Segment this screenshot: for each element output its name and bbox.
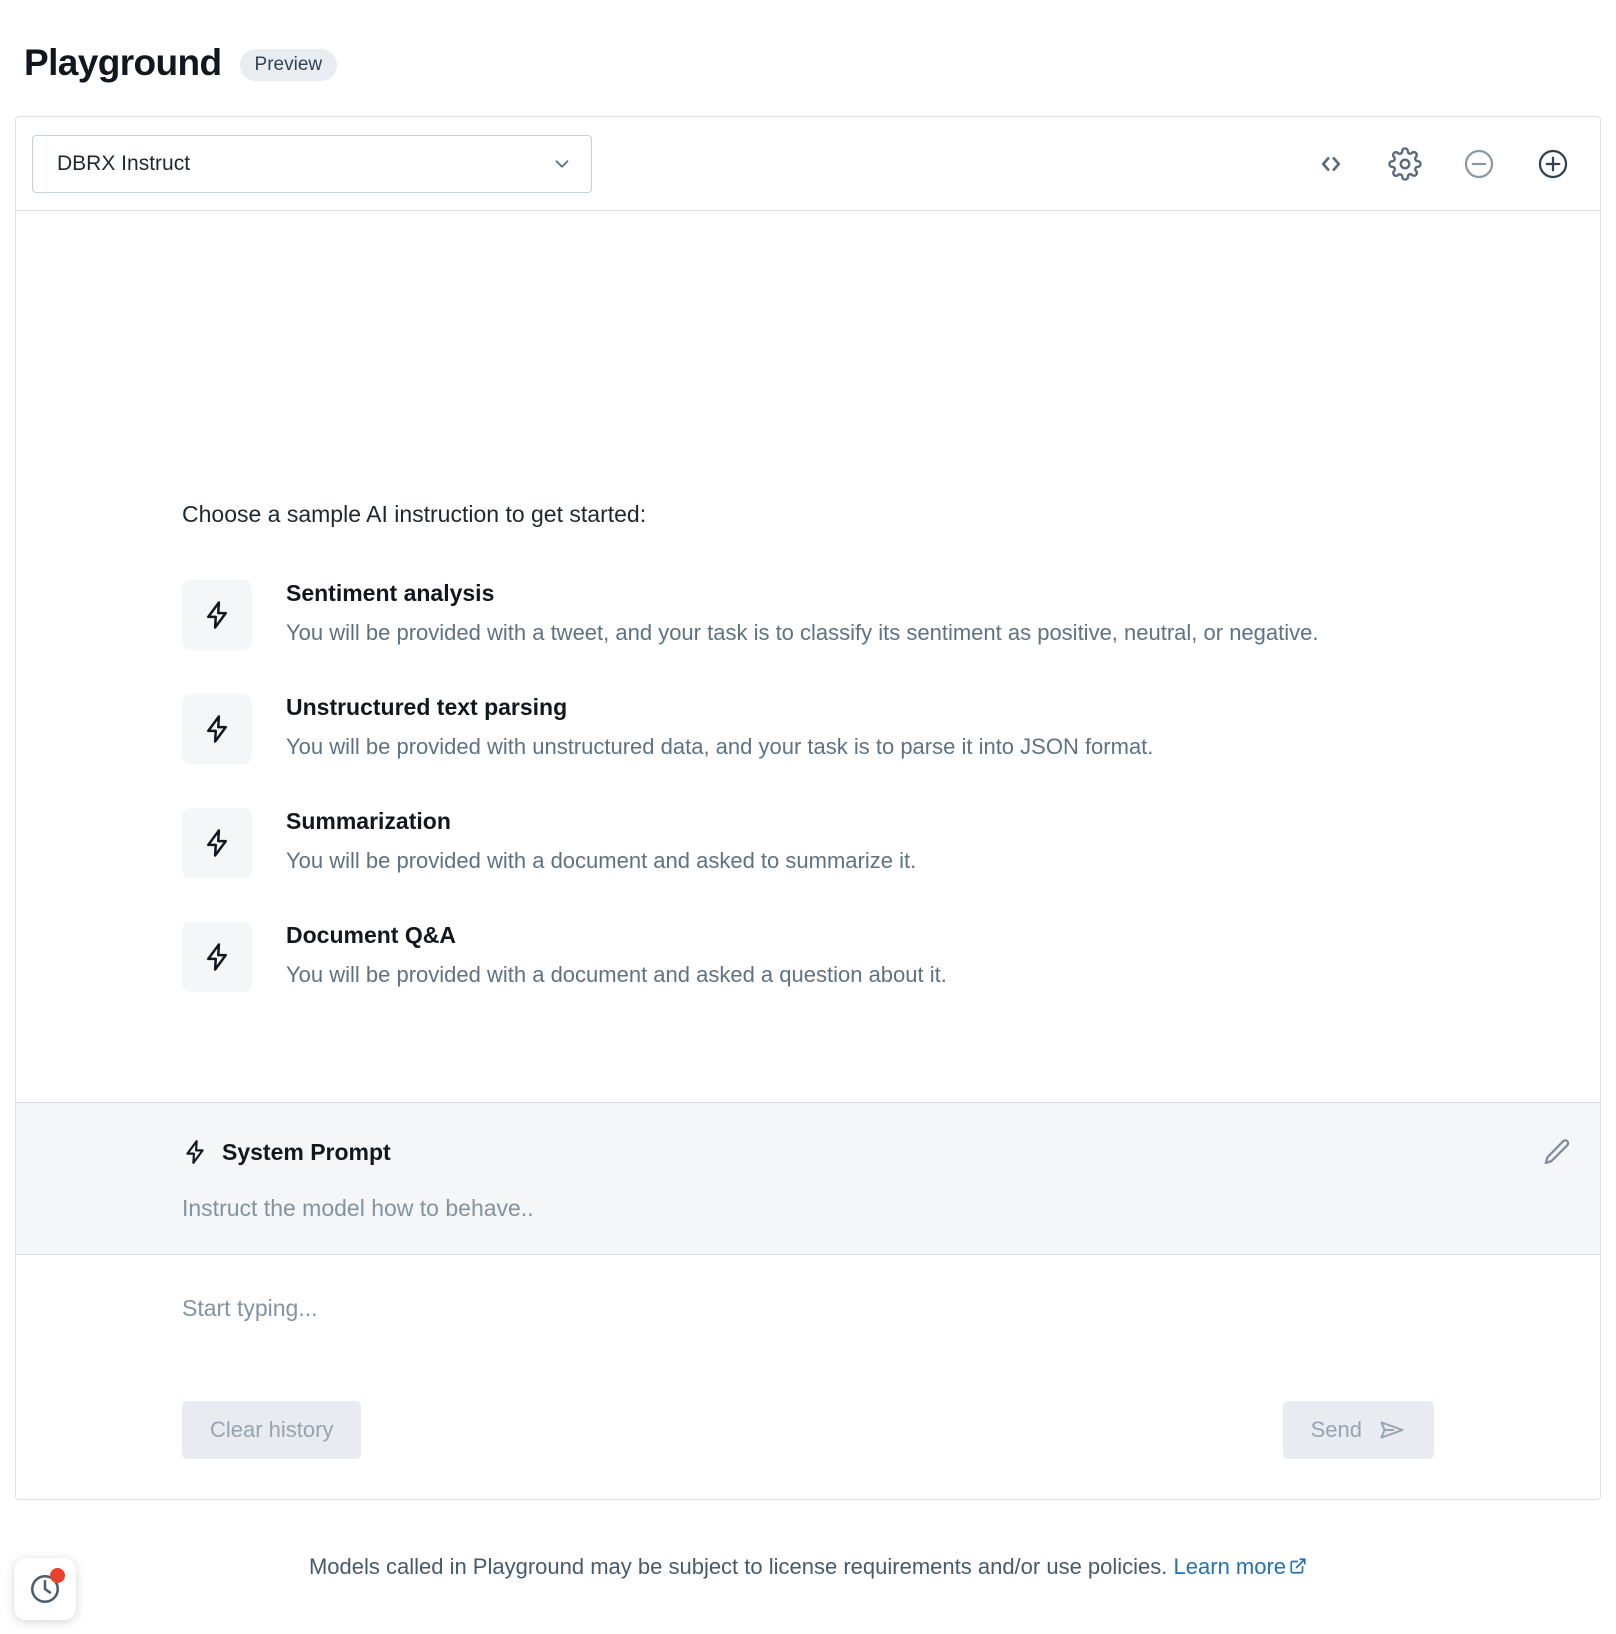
chevron-down-icon [555, 159, 569, 168]
sample-text: Document Q&A You will be provided with a… [286, 920, 947, 990]
lightning-bolt-icon [207, 601, 227, 629]
external-link-icon [1290, 1558, 1306, 1574]
sample-item-document-qa[interactable]: Document Q&A You will be provided with a… [182, 920, 1480, 992]
composer: Start typing... Clear history Send [16, 1255, 1600, 1499]
composer-actions: Clear history Send [182, 1401, 1434, 1459]
page-header: Playground Preview [0, 0, 1616, 96]
model-select-value: DBRX Instruct [57, 151, 191, 175]
samples-heading: Choose a sample AI instruction to get st… [182, 501, 647, 527]
send-button-label: Send [1310, 1417, 1362, 1442]
clear-history-button[interactable]: Clear history [182, 1401, 362, 1459]
send-paper-plane-icon [1380, 1421, 1404, 1439]
sample-title: Summarization [286, 808, 451, 834]
send-button[interactable]: Send [1282, 1401, 1434, 1459]
playground-card: DBRX Instruct Choose a sample AI instruc… [15, 116, 1601, 1500]
sample-item-unstructured-text-parsing[interactable]: Unstructured text parsing You will be pr… [182, 692, 1480, 764]
sample-icon-box [182, 922, 252, 992]
sample-text: Sentiment analysis You will be provided … [286, 578, 1319, 648]
sample-icon-box [182, 694, 252, 764]
sample-description: You will be provided with a document and… [286, 847, 917, 873]
code-icon[interactable] [1314, 147, 1348, 181]
learn-more-label: Learn more [1173, 1554, 1287, 1579]
lightning-bolt-icon [207, 943, 227, 971]
toolbar-icon-group [1314, 146, 1570, 181]
lightning-bolt-icon [207, 829, 227, 857]
conversation-area: Choose a sample AI instruction to get st… [16, 211, 1600, 1102]
sample-icon-box [182, 808, 252, 878]
edit-pencil-icon[interactable] [1542, 1137, 1572, 1167]
minus-circle-icon[interactable] [1462, 147, 1496, 181]
system-prompt-header: System Prompt [16, 1137, 1600, 1167]
sample-title: Unstructured text parsing [286, 694, 568, 720]
lightning-bolt-icon [207, 715, 227, 743]
system-prompt-panel[interactable]: System Prompt Instruct the model how to … [16, 1102, 1600, 1255]
sample-title: Sentiment analysis [286, 580, 495, 606]
sample-text: Summarization You will be provided with … [286, 806, 916, 876]
message-input[interactable]: Start typing... [16, 1295, 1600, 1322]
model-select[interactable]: DBRX Instruct [32, 134, 592, 193]
gear-icon[interactable] [1388, 146, 1422, 181]
sample-title: Document Q&A [286, 922, 456, 948]
sample-description: You will be provided with a tweet, and y… [286, 619, 1319, 645]
card-toolbar: DBRX Instruct [16, 117, 1600, 211]
sample-text: Unstructured text parsing You will be pr… [286, 692, 1153, 762]
notification-dot [50, 1568, 65, 1583]
footer: Models called in Playground may be subje… [0, 1500, 1616, 1634]
learn-more-link[interactable]: Learn more [1174, 1554, 1308, 1579]
lightning-bolt-icon [186, 1140, 204, 1164]
preview-badge: Preview [239, 49, 338, 81]
system-prompt-title: System Prompt [222, 1138, 391, 1165]
history-widget-button[interactable] [14, 1558, 76, 1620]
footer-text: Models called in Playground may be subje… [309, 1554, 1307, 1580]
sample-item-summarization[interactable]: Summarization You will be provided with … [182, 806, 1480, 878]
sample-description: You will be provided with unstructured d… [286, 733, 1154, 759]
sample-description: You will be provided with a document and… [286, 961, 947, 987]
page-title: Playground [24, 41, 222, 83]
footer-message: Models called in Playground may be subje… [308, 1554, 1168, 1579]
system-prompt-input[interactable]: Instruct the model how to behave.. [16, 1167, 1600, 1222]
sample-item-sentiment-analysis[interactable]: Sentiment analysis You will be provided … [182, 578, 1480, 650]
plus-circle-icon[interactable] [1536, 147, 1570, 181]
sample-instruction-list: Choose a sample AI instruction to get st… [182, 501, 1480, 992]
sample-icon-box [182, 580, 252, 650]
